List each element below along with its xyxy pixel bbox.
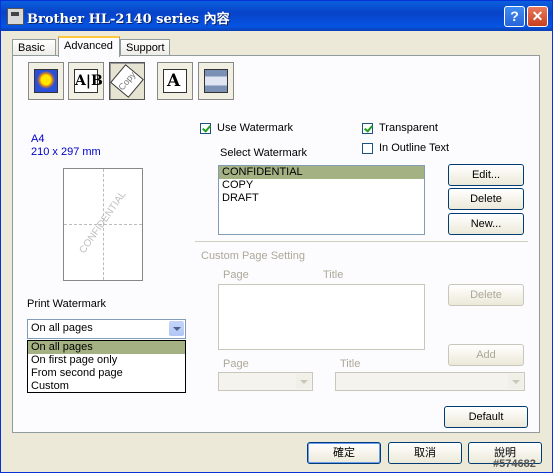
dropdown-option[interactable]: On all pages bbox=[28, 341, 185, 354]
ok-button[interactable]: 確定 bbox=[307, 442, 381, 464]
outline-text-label: In Outline Text bbox=[379, 142, 450, 154]
use-watermark-checkbox[interactable] bbox=[200, 123, 211, 134]
print-watermark-dropdown: On all pages On first page only From sec… bbox=[27, 340, 186, 393]
close-button[interactable]: ✕ bbox=[527, 6, 548, 27]
page-preview: CONFIDENTIAL bbox=[63, 168, 143, 281]
edit-button[interactable]: Edit... bbox=[448, 164, 524, 186]
list-item[interactable]: CONFIDENTIAL bbox=[219, 166, 424, 179]
list-item[interactable]: COPY bbox=[219, 179, 424, 192]
chevron-down-icon bbox=[296, 374, 311, 389]
cancel-button[interactable]: 取消 bbox=[388, 442, 462, 464]
device-options-button[interactable] bbox=[198, 62, 234, 100]
title-field-label: Title bbox=[340, 358, 361, 370]
list-item[interactable]: DRAFT bbox=[219, 192, 424, 205]
transparent-label: Transparent bbox=[379, 122, 438, 134]
tab-advanced[interactable]: Advanced bbox=[58, 36, 120, 57]
use-watermark-label: Use Watermark bbox=[217, 122, 293, 134]
tab-support[interactable]: Support bbox=[120, 39, 170, 56]
print-watermark-value: On all pages bbox=[31, 322, 93, 334]
feature-toolbar: A|B Copy A bbox=[20, 62, 240, 104]
watermark-icon: Copy bbox=[110, 64, 144, 98]
title-column-header: Title bbox=[323, 269, 344, 281]
custom-page-list bbox=[218, 284, 425, 350]
corner-id-label: #574682 bbox=[493, 458, 536, 470]
watermark-list[interactable]: CONFIDENTIAL COPY DRAFT bbox=[218, 165, 425, 235]
outline-text-checkbox[interactable] bbox=[362, 143, 373, 154]
dropdown-option[interactable]: Custom bbox=[28, 380, 185, 393]
select-watermark-label: Select Watermark bbox=[220, 147, 308, 159]
dropdown-option[interactable]: From second page bbox=[28, 367, 185, 380]
window-title: Brother HL-2140 series 內容 bbox=[27, 12, 230, 27]
custom-page-setting-label: Custom Page Setting bbox=[201, 250, 305, 262]
print-watermark-select[interactable]: On all pages bbox=[27, 319, 186, 339]
font-settings-button[interactable]: A bbox=[157, 62, 193, 100]
watermark-settings-button[interactable]: Copy bbox=[109, 62, 145, 100]
duplex-icon: A|B bbox=[74, 69, 103, 93]
color-settings-button[interactable] bbox=[28, 62, 64, 100]
device-options-icon bbox=[204, 69, 228, 93]
title-select bbox=[335, 372, 525, 391]
dropdown-option[interactable]: On first page only bbox=[28, 354, 185, 367]
font-icon: A bbox=[163, 69, 187, 93]
section-divider bbox=[195, 241, 528, 242]
delete-custom-button: Delete bbox=[448, 284, 524, 306]
title-bar[interactable]: Brother HL-2140 series 內容 ? ✕ bbox=[1, 1, 552, 31]
tab-basic[interactable]: Basic bbox=[12, 39, 56, 56]
chevron-down-icon[interactable] bbox=[169, 321, 184, 336]
page-field-label: Page bbox=[223, 358, 249, 370]
page-column-header: Page bbox=[223, 269, 249, 281]
transparent-checkbox[interactable] bbox=[362, 123, 373, 134]
duplex-settings-button[interactable]: A|B bbox=[68, 62, 104, 100]
chevron-down-icon bbox=[508, 374, 523, 389]
default-button[interactable]: Default bbox=[444, 406, 528, 428]
page-select bbox=[218, 372, 313, 391]
color-icon bbox=[34, 69, 58, 93]
delete-watermark-button[interactable]: Delete bbox=[448, 188, 524, 210]
new-button[interactable]: New... bbox=[448, 213, 524, 235]
help-button[interactable]: ? bbox=[504, 6, 525, 27]
add-button: Add bbox=[448, 344, 524, 366]
printer-icon bbox=[7, 8, 24, 25]
print-watermark-label: Print Watermark bbox=[27, 298, 107, 310]
